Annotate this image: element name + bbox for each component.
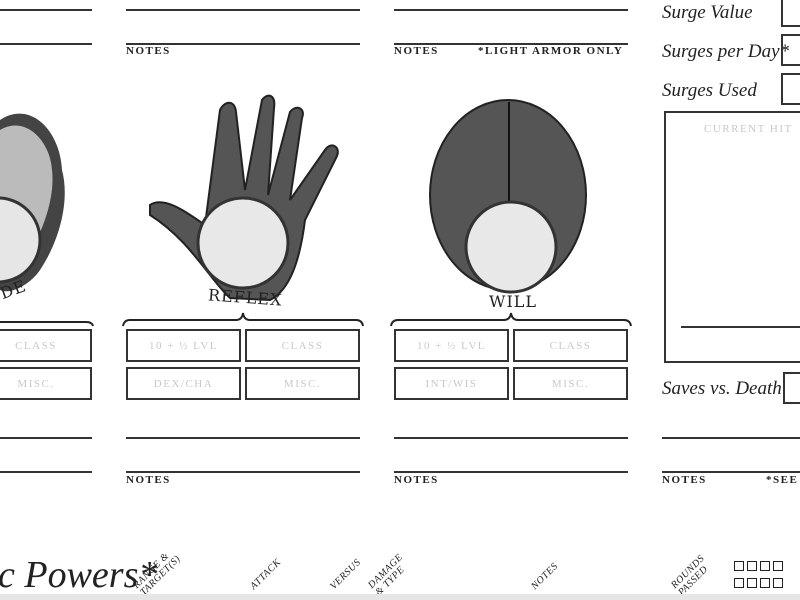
reflex-misc-field[interactable]: MISC. bbox=[245, 367, 360, 400]
will-brace bbox=[390, 312, 632, 327]
hp-notes-label: NOTES bbox=[662, 474, 707, 486]
rounds-passed-boxes bbox=[734, 561, 800, 592]
will-class-field[interactable]: CLASS bbox=[513, 329, 628, 362]
surges-used-field[interactable] bbox=[781, 73, 800, 105]
fortitude-class-field[interactable]: CLASS bbox=[0, 329, 92, 362]
saves-vs-death-label: Saves vs. Death bbox=[662, 378, 782, 399]
round-checkbox[interactable] bbox=[760, 561, 770, 571]
surges-per-day-field[interactable] bbox=[781, 34, 800, 66]
will-top-notes-label: NOTES bbox=[394, 45, 439, 57]
saves-vs-death-field[interactable] bbox=[783, 372, 800, 404]
reflex-notes-label: NOTES bbox=[126, 474, 171, 486]
will-ability-field[interactable]: INT/WIS bbox=[394, 367, 509, 400]
will-score-circle[interactable] bbox=[464, 200, 558, 294]
fortitude-misc-field[interactable]: MISC. bbox=[0, 367, 92, 400]
will-base-field[interactable]: 10 + ½ LVL bbox=[394, 329, 509, 362]
surges-per-day-label: Surges per Day* bbox=[662, 41, 789, 62]
reflex-top-notes-label: NOTES bbox=[126, 45, 171, 57]
fortitude-brace bbox=[0, 321, 94, 327]
will-label: WILL bbox=[489, 292, 538, 311]
reflex-brace bbox=[122, 312, 364, 327]
round-checkbox[interactable] bbox=[734, 561, 744, 571]
surge-value-label: Surge Value bbox=[662, 2, 753, 23]
fortitude-illustration bbox=[0, 113, 65, 292]
reflex-base-field[interactable]: 10 + ½ LVL bbox=[126, 329, 241, 362]
hp-footnote: *SEE bbox=[766, 474, 799, 486]
will-notes-label: NOTES bbox=[394, 474, 439, 486]
reflex-hand-illustration bbox=[149, 94, 339, 302]
round-checkbox[interactable] bbox=[734, 578, 744, 588]
round-checkbox[interactable] bbox=[773, 561, 783, 571]
will-misc-field[interactable]: MISC. bbox=[513, 367, 628, 400]
reflex-class-field[interactable]: CLASS bbox=[245, 329, 360, 362]
will-brain-illustration bbox=[429, 99, 587, 294]
surges-used-label: Surges Used bbox=[662, 80, 757, 101]
round-checkbox[interactable] bbox=[747, 578, 757, 588]
round-checkbox[interactable] bbox=[760, 578, 770, 588]
light-armor-footnote: *LIGHT ARMOR ONLY bbox=[478, 45, 624, 57]
reflex-score-circle[interactable] bbox=[196, 196, 290, 290]
round-checkbox[interactable] bbox=[773, 578, 783, 588]
reflex-ability-field[interactable]: DEX/CHA bbox=[126, 367, 241, 400]
surge-value-field[interactable] bbox=[781, 0, 800, 27]
powers-title: c Powers* bbox=[0, 554, 158, 596]
powers-table-row bbox=[0, 594, 800, 600]
round-checkbox[interactable] bbox=[747, 561, 757, 571]
current-hp-placeholder: CURRENT HIT bbox=[704, 123, 793, 135]
